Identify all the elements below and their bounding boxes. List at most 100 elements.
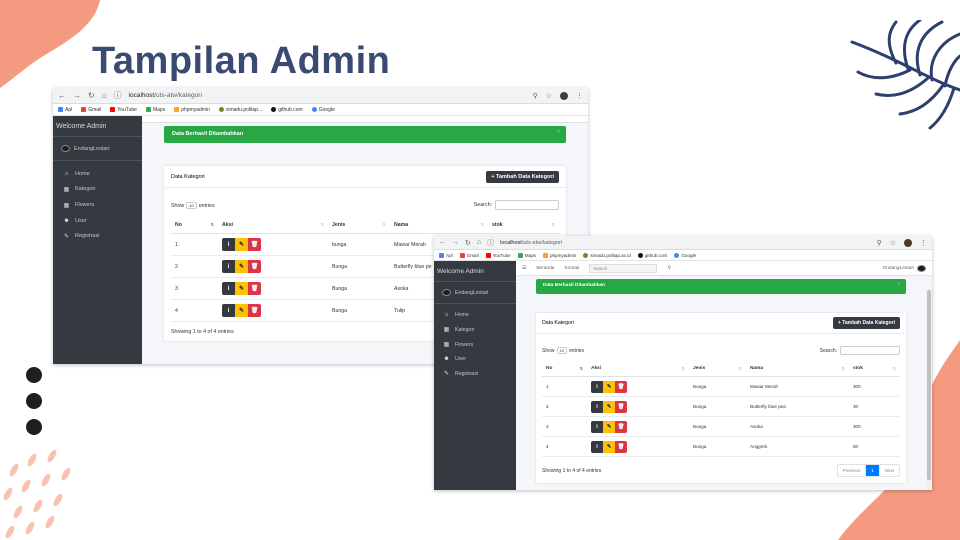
nav-kontak[interactable]: Kontak [564,266,579,271]
info-button[interactable]: i [222,282,235,295]
scrollbar[interactable] [926,286,932,490]
delete-button[interactable]: 🗑 [615,380,627,393]
home-icon[interactable]: ⌂ [477,239,481,246]
sidebar-item-registrasi[interactable]: ✎ Registrasi [53,228,142,244]
column-header-stok[interactable]: stok ⇅ [488,217,559,234]
column-header-nama[interactable]: Nama ⇅ [746,361,849,377]
bookmark-simadu[interactable]: simadu.politap... [218,107,262,113]
scrollbar-thumb[interactable] [927,290,931,480]
close-icon[interactable]: × [557,129,560,135]
star-icon[interactable]: ☆ [546,92,552,100]
menu-icon[interactable]: ⋮ [920,239,927,247]
info-button[interactable]: i [222,238,235,251]
previous-page-button[interactable]: Previous [838,465,867,476]
bookmark-youtube[interactable]: YouTube [110,107,137,113]
column-header-jenis[interactable]: Jenis ⇅ [689,361,746,377]
sidebar-user-panel[interactable]: EndangLestari [434,282,516,304]
sidebar-item-kategori[interactable]: ▦ Kategori [53,181,142,197]
search-input[interactable] [495,200,559,210]
close-icon[interactable]: × [897,282,900,287]
info-button[interactable]: i [591,440,603,453]
star-icon[interactable]: ☆ [890,239,896,247]
edit-button[interactable]: ✎ [235,282,248,295]
url-field[interactable]: localhost/uts-atw/kategori [500,240,876,246]
length-select[interactable]: 10 [186,201,197,209]
delete-button[interactable]: 🗑 [248,304,261,317]
bookmark-apps[interactable]: Apl [439,252,453,258]
sidebar-item-user[interactable]: ☻ User [53,213,142,228]
column-header-no[interactable]: No ⇅ [171,217,218,234]
bookmark-gmail[interactable]: Gmail [459,252,479,258]
bookmark-github[interactable]: github.com [271,107,303,113]
bookmark-google[interactable]: Google [674,252,696,258]
add-kategori-button[interactable]: + Tambah Data Kategori [486,170,559,183]
edit-button[interactable]: ✎ [235,304,248,317]
delete-button[interactable]: 🗑 [615,400,627,413]
bookmark-apps[interactable]: Apl [58,107,72,113]
edit-button[interactable]: ✎ [603,420,615,433]
back-icon[interactable]: ← [58,91,66,100]
sidebar-item-flowers[interactable]: ▦ Flowers [53,197,142,213]
bookmark-gmail[interactable]: Gmail [81,107,101,113]
delete-button[interactable]: 🗑 [615,420,627,433]
sidebar-item-home[interactable]: ⌂ Home [434,308,516,322]
edit-button[interactable]: ✎ [603,380,615,393]
column-header-aksi[interactable]: Aksi ⇅ [218,217,328,234]
next-page-button[interactable]: Next [880,465,899,476]
forward-icon[interactable]: → [73,91,81,100]
column-header-nama[interactable]: Nama ⇅ [390,217,488,234]
sidebar-item-home[interactable]: ⌂ Home [53,166,142,181]
reload-icon[interactable]: ↻ [465,239,471,247]
info-button[interactable]: i [591,400,603,413]
menu-icon[interactable]: ⋮ [576,92,583,100]
delete-button[interactable]: 🗑 [248,260,261,273]
column-header-stok[interactable]: stok ⇅ [849,361,900,377]
info-button[interactable]: i [222,304,235,317]
bookmark-google[interactable]: Google [311,107,335,113]
nav-beranda[interactable]: Beranda [536,266,554,271]
sidebar-item-kategori[interactable]: ▦ Kategori [434,322,516,337]
column-header-aksi[interactable]: Aksi ⇅ [587,361,689,377]
sidebar-item-registrasi[interactable]: ✎ Registrasi [434,366,516,381]
length-select[interactable]: 10 [556,347,567,354]
page-1-button[interactable]: 1 [866,465,880,476]
sidebar-brand[interactable]: Welcome Admin [434,261,516,282]
sidebar-item-flowers[interactable]: ▦ Flowers [434,337,516,352]
profile-avatar[interactable] [560,91,568,100]
sidebar-user-panel[interactable]: EndangLestari [53,137,142,161]
sidebar-brand[interactable]: Welcome Admin [53,116,142,137]
info-button[interactable]: i [222,260,235,273]
url-field[interactable]: localhost/uts-atw/kategori [129,92,533,99]
edit-button[interactable]: ✎ [603,440,615,453]
navbar-user[interactable]: EndangLestari [883,264,926,272]
reload-icon[interactable]: ↻ [88,91,95,100]
bookmark-youtube[interactable]: YouTube [485,252,511,258]
edit-button[interactable]: ✎ [603,400,615,413]
bookmark-phpmyadmin[interactable]: phpmyadmin [542,252,576,258]
delete-button[interactable]: 🗑 [615,440,627,453]
search-input[interactable] [840,346,900,355]
bookmark-phpmyadmin[interactable]: phpmyadmin [174,107,210,113]
info-button[interactable]: i [591,420,603,433]
navbar-search-input[interactable]: Search [589,263,658,273]
home-icon[interactable]: ⌂ [102,91,107,100]
zoom-icon[interactable]: ⚲ [533,92,538,100]
delete-button[interactable]: 🗑 [248,238,261,251]
column-header-jenis[interactable]: Jenis ⇅ [328,217,390,234]
bookmark-maps[interactable]: Maps [517,252,536,258]
delete-button[interactable]: 🗑 [248,282,261,295]
profile-avatar[interactable] [904,238,912,247]
bookmark-simadu[interactable]: simadu.politap.ac.id [583,252,631,258]
column-header-no[interactable]: No ⇅ [542,361,587,377]
sidebar-item-user[interactable]: ☻ User [434,352,516,366]
zoom-icon[interactable]: ⚲ [877,239,882,247]
hamburger-icon[interactable]: ☰ [522,266,526,271]
search-icon[interactable]: ⚲ [667,266,671,271]
bookmark-github[interactable]: github.com [637,252,667,258]
forward-icon[interactable]: → [452,239,459,246]
edit-button[interactable]: ✎ [235,238,248,251]
info-button[interactable]: i [591,380,603,393]
back-icon[interactable]: ← [439,239,446,246]
edit-button[interactable]: ✎ [235,260,248,273]
add-kategori-button[interactable]: + Tambah Data Kategori [832,317,900,329]
